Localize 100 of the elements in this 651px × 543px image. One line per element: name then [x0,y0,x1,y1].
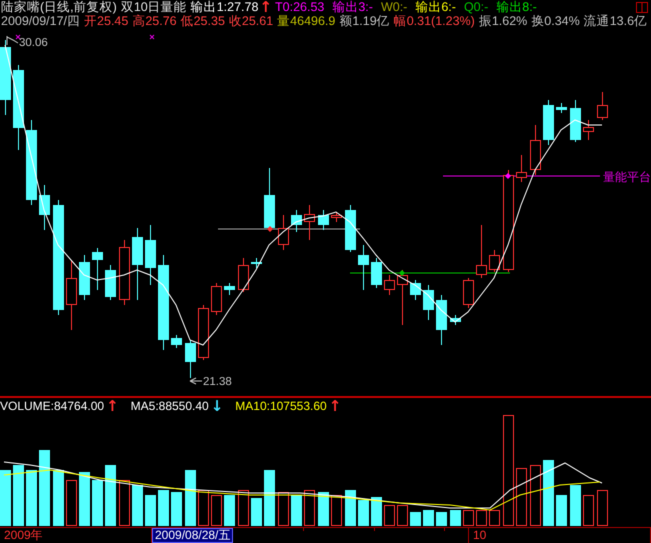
window-toggle-icon[interactable] [636,2,648,13]
volume-reading: MA5:88550.40 [130,399,209,413]
low-price-label: 21.38 [203,376,232,388]
volume-bar [397,505,408,526]
candlestick [185,340,196,378]
candlestick [597,92,608,120]
volume-bar [238,490,249,526]
volume-bar [304,490,315,526]
volume-reading: VOLUME:84764.00 [0,399,104,413]
diamond-marker-icon [505,173,511,179]
volume-bar [371,497,382,526]
candlestick [489,250,500,272]
date-label[interactable]: 2009/08/28/五 [152,528,234,543]
candlestick [436,294,447,346]
quote-date: 2009/09/17/四 [1,14,80,28]
candlestick [238,258,249,292]
indicator-output: 输出6:- [415,0,456,14]
indicator-output: T0:26.53 [275,0,324,14]
high-price-label: 30.06 [19,37,48,49]
volume-bar [489,510,500,526]
volume-bar [145,495,156,526]
volume-bar [476,510,487,526]
candlestick [264,168,275,230]
volume-bar [570,485,581,526]
candlestick [224,282,235,296]
candlestick [119,240,130,306]
volume-bar [13,465,24,526]
volume-bar [26,470,37,526]
candlestick [543,100,554,146]
cross-marker-icon [16,34,20,40]
candlestick [278,214,289,250]
candlestick [318,210,329,230]
volume-bar [436,512,447,526]
volume-bar [318,492,329,526]
candlestick [516,154,527,182]
cross-marker-icon [150,34,154,40]
volume-bar [463,510,474,526]
candlestick [530,124,541,176]
candlestick [384,274,395,296]
indicator-output: W0:- [380,0,408,14]
volume-bar [384,505,395,526]
volume-bar [516,468,527,526]
candlestick [450,314,461,326]
candlestick [331,212,342,222]
volume-bar [583,495,594,526]
indicator-output: Q0:- [464,0,488,14]
candlestick [291,210,302,232]
candlestick [145,224,156,286]
volume-bar [331,495,342,526]
volume-bar [291,495,302,526]
candlestick [39,184,50,230]
volume-reading: MA10:107553.60 [235,399,327,413]
volume-bar [423,510,434,526]
candlestick [66,260,77,330]
trend-arrow: ↑ [106,399,119,413]
candlestick [211,282,222,316]
quote-field: 开25.45 [84,14,128,28]
volume-bar [105,465,116,526]
volume-bar [198,490,209,526]
volume-bar [358,500,369,526]
candlestick [358,244,369,290]
quote-field: 收25.61 [228,14,274,28]
candlestick [476,224,487,278]
candlestick [570,100,581,142]
volume-bar [185,470,196,526]
volume-bar [158,490,169,526]
volume-bar [79,472,90,526]
volume-bar [132,485,143,526]
volume-bar [211,495,222,526]
volume-bar [92,480,103,526]
volume-bar [0,470,11,526]
candlestick [410,280,421,300]
volume-bar [278,492,289,526]
volume-bar [345,490,356,526]
quote-field: 低25.35 [180,14,225,28]
volume-bar [251,498,262,526]
quote-field: 流通13.6亿 [584,14,648,28]
volume-bar [410,512,421,526]
pointer-line-icon [6,36,18,46]
indicator-output: 输出1:27.78 [190,0,258,14]
trend-arrow: ↑ [259,0,272,14]
diamond-marker-icon [267,226,273,232]
candlestick [92,248,103,290]
volume-bar [66,480,77,526]
candlestick [583,120,594,140]
quote-field: 高25.76 [132,14,177,28]
platform-label: 量能平台 [603,170,651,184]
quote-field: 额1.19亿 [339,14,390,28]
volume-bar [119,480,130,526]
pointer-arrow-icon [190,378,202,384]
volume-bar [224,495,235,526]
quote-field: 量46496.9 [277,14,336,28]
candlestick [79,254,90,300]
volume-bar [597,490,608,526]
indicator-output: 输出8:- [496,0,537,14]
quote-field: 幅0.31(1.23%) [394,14,475,28]
candlestick [251,258,262,268]
volume-bar [530,465,541,526]
date-label[interactable]: 10 [469,528,651,543]
indicator-output: 输出3:- [332,0,373,14]
